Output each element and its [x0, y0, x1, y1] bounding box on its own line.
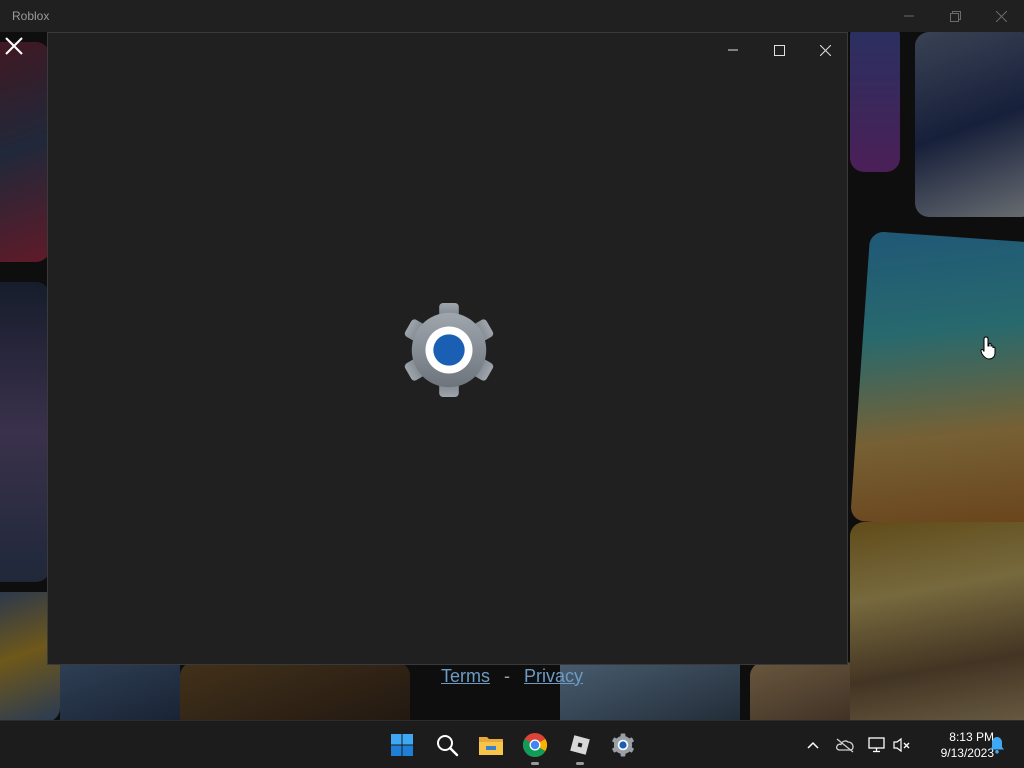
bell-icon	[990, 737, 1004, 754]
settings-gear-icon	[404, 302, 494, 398]
roblox-restore-button[interactable]	[932, 0, 978, 32]
network-tray-button[interactable]	[865, 733, 889, 757]
maximize-icon	[773, 44, 785, 56]
minimize-icon	[728, 49, 738, 51]
window-title: Roblox	[12, 9, 50, 23]
chrome-icon	[522, 733, 548, 758]
roblox-titlebar: Roblox	[0, 0, 1024, 32]
onedrive-icon	[835, 738, 854, 753]
footer-separator: -	[503, 665, 510, 686]
overlay-close-button[interactable]	[2, 34, 26, 58]
taskbar: 8:13 PM 9/13/2023	[0, 720, 1024, 768]
network-icon	[868, 737, 885, 753]
minimize-icon	[904, 15, 914, 17]
file-explorer-button[interactable]	[473, 727, 509, 763]
folder-icon	[479, 737, 503, 755]
chrome-button[interactable]	[517, 727, 553, 765]
show-hidden-icons-button[interactable]	[801, 733, 825, 757]
settings-maximize-button[interactable]	[756, 33, 802, 67]
clock-date: 9/13/2023	[940, 746, 994, 760]
roblox-minimize-button[interactable]	[886, 0, 932, 32]
restore-icon	[949, 10, 961, 22]
settings-gear-icon	[612, 733, 634, 757]
settings-taskbar-button[interactable]	[605, 727, 641, 763]
hand-cursor-icon	[980, 336, 996, 360]
start-button[interactable]	[384, 727, 420, 763]
settings-window	[47, 32, 848, 665]
roblox-close-button[interactable]	[978, 0, 1024, 32]
search-button[interactable]	[429, 727, 465, 763]
clock-time: 8:13 PM	[949, 730, 994, 744]
onedrive-tray-button[interactable]	[833, 733, 857, 757]
windows-logo-icon	[391, 734, 413, 756]
roblox-taskbar-button[interactable]	[562, 727, 598, 765]
running-indicator	[531, 762, 539, 765]
notifications-button[interactable]	[985, 733, 1009, 757]
settings-minimize-button[interactable]	[710, 33, 756, 67]
chevron-up-icon	[807, 741, 819, 749]
close-icon	[995, 10, 1007, 22]
roblox-icon	[570, 735, 590, 755]
close-icon	[5, 37, 23, 55]
search-icon	[437, 735, 459, 757]
volume-muted-icon	[893, 737, 910, 753]
close-icon	[819, 44, 831, 56]
settings-close-button[interactable]	[802, 33, 848, 67]
taskbar-clock[interactable]: 8:13 PM 9/13/2023	[916, 729, 994, 761]
volume-tray-button[interactable]	[890, 733, 914, 757]
running-indicator	[576, 762, 584, 765]
footer-links: Terms - Privacy	[0, 662, 1024, 690]
terms-link[interactable]: Terms	[441, 666, 490, 687]
privacy-link[interactable]: Privacy	[524, 666, 583, 687]
